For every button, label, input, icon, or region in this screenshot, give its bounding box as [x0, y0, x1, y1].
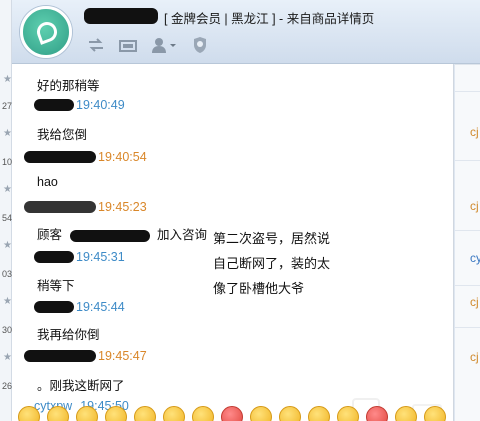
left-number: 27: [1, 101, 12, 111]
redacted-sender: [34, 251, 74, 263]
emoji-icon[interactable]: [395, 406, 417, 421]
avatar[interactable]: [20, 6, 72, 58]
emoji-icon[interactable]: [134, 406, 156, 421]
user-dropdown-icon[interactable]: [150, 36, 178, 54]
redacted-sender: [34, 301, 74, 313]
message-meta: 19:45:23: [24, 199, 147, 215]
emoji-icon[interactable]: [366, 406, 388, 421]
right-label: cj: [470, 199, 479, 213]
star-icon: ★: [3, 74, 12, 85]
right-label: cj: [470, 350, 479, 364]
left-number: 30: [1, 325, 12, 335]
message-time: 19:45:47: [98, 349, 147, 363]
annotation-line: 第二次盗号，居然说: [213, 231, 331, 246]
shield-icon[interactable]: [190, 36, 210, 54]
message-text: 稍等下: [37, 279, 75, 293]
message-text: 好的那稍等: [37, 79, 100, 93]
star-icon: ★: [3, 240, 12, 251]
star-icon: ★: [3, 128, 12, 139]
emoji-icon[interactable]: [221, 406, 243, 421]
left-number: 54: [1, 213, 12, 223]
redacted-username: [84, 8, 158, 24]
right-label: cy: [470, 251, 480, 265]
message-time: 19:40:49: [76, 98, 125, 112]
store-logo-icon: [34, 19, 60, 45]
system-message: 顾客 加入咨询: [37, 224, 207, 243]
emoji-icon[interactable]: [47, 406, 69, 421]
left-number: 03: [1, 269, 12, 279]
message-time: 19:40:54: [98, 150, 147, 164]
annotation-line: 像了卧槽他大爷: [213, 281, 305, 296]
emoji-icon[interactable]: [76, 406, 98, 421]
message-time: 19:45:31: [76, 250, 125, 264]
message-meta: 19:45:47: [24, 348, 147, 364]
emoji-icon[interactable]: [337, 406, 359, 421]
message-meta: 19:45:44: [34, 299, 125, 315]
emoji-icon[interactable]: [279, 406, 301, 421]
star-icon: ★: [3, 296, 12, 307]
star-icon: ★: [3, 352, 12, 363]
emoji-icon[interactable]: [163, 406, 185, 421]
message-meta: 19:40:49: [34, 97, 125, 113]
emoji-icon[interactable]: [18, 406, 40, 421]
emoji-icon[interactable]: [192, 406, 214, 421]
message-text: 我再给你倒: [37, 328, 100, 342]
folder-icon[interactable]: [118, 36, 138, 54]
right-label: cj: [470, 125, 479, 139]
chat-log[interactable]: 好的那稍等 19:40:49 我给您倒 19:40:54 hao 19:45:2…: [12, 64, 454, 421]
transfer-icon[interactable]: [86, 36, 106, 54]
annotation-line: 自己断网了，装的太: [213, 256, 331, 271]
message-time: 19:45:23: [98, 200, 147, 214]
left-number: 26: [1, 381, 12, 391]
header-toolbar: [86, 34, 210, 56]
emoji-icon[interactable]: [105, 406, 127, 421]
right-label: cj: [470, 295, 479, 309]
message-time: 19:45:44: [76, 300, 125, 314]
emoji-toolbar: [12, 406, 454, 421]
message-meta: 19:40:54: [24, 149, 147, 165]
message-text: 。刚我这断网了: [37, 379, 125, 393]
emoji-icon[interactable]: [250, 406, 272, 421]
overlay-annotation: 第二次盗号，居然说 自己断网了，装的太 像了卧槽他大爷: [213, 226, 373, 301]
left-contact-strip: ★ 27 ★ 10 ★ 54 ★ 03 ★ 30 ★ 26: [0, 0, 12, 421]
star-icon: ★: [3, 184, 12, 195]
chat-title: [ 金牌会员 | 黑龙江 ] - 来自商品详情页: [164, 12, 375, 26]
system-prefix: 顾客: [37, 228, 63, 242]
redacted-sender: [24, 151, 96, 163]
redacted-sender: [24, 201, 96, 213]
emoji-icon[interactable]: [308, 406, 330, 421]
right-list-column: cj cj cy cj cj: [455, 64, 480, 421]
message-text: 我给您倒: [37, 128, 88, 142]
redacted-sender: [24, 350, 96, 362]
chat-header: [ 金牌会员 | 黑龙江 ] - 来自商品详情页: [12, 0, 480, 64]
message-text: hao: [37, 175, 58, 189]
redacted-sender: [34, 99, 74, 111]
left-number: 10: [1, 157, 12, 167]
emoji-icon[interactable]: [424, 406, 446, 421]
redacted-customer: [69, 229, 150, 242]
system-suffix: 加入咨询: [156, 228, 207, 242]
message-meta: 19:45:31: [34, 249, 125, 265]
